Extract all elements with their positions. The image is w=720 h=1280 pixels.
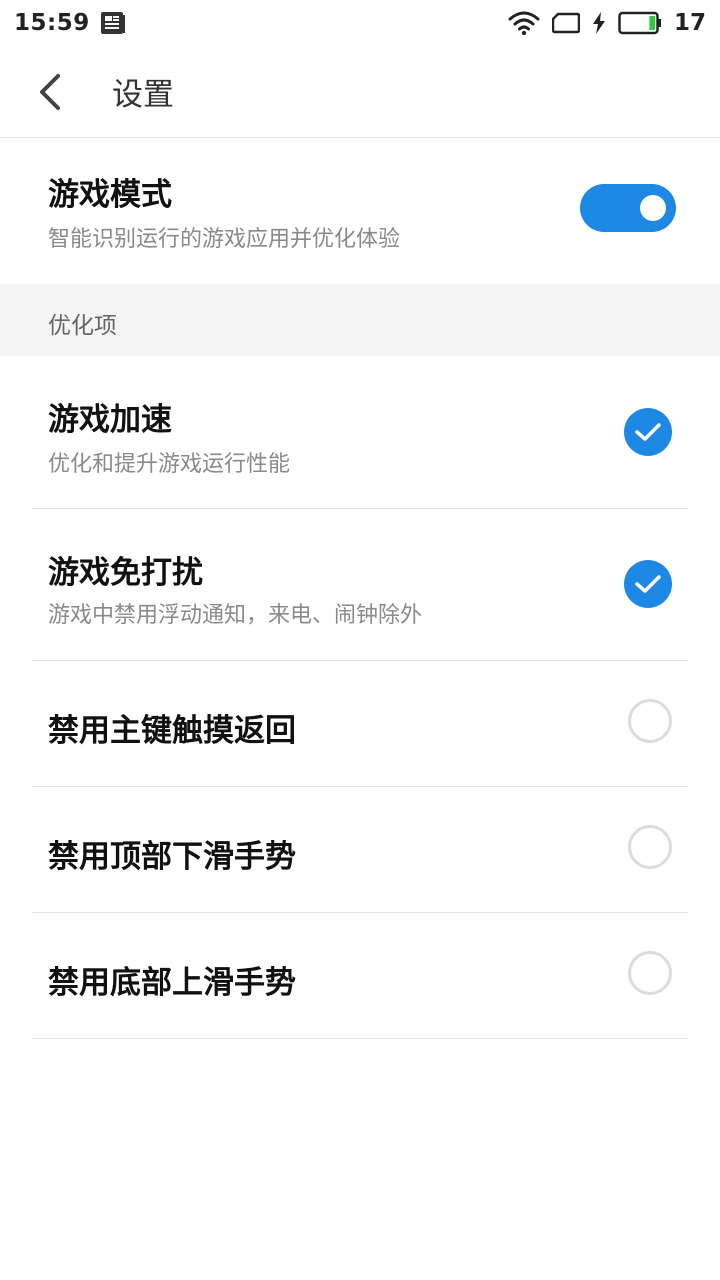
section-header: 优化项: [0, 284, 720, 356]
game-mode-toggle[interactable]: [580, 184, 676, 232]
game-mode-title: 游戏模式: [48, 177, 172, 213]
option-checkbox-unchecked[interactable]: [628, 951, 672, 995]
status-time: 15:59: [14, 10, 90, 36]
app-bar: 设置: [0, 46, 720, 138]
battery-icon: [618, 11, 662, 35]
section-title: 优化项: [48, 313, 117, 339]
toggle-knob: [640, 195, 666, 221]
option-game-dnd[interactable]: 游戏免打扰 游戏中禁用浮动通知，来电、闹钟除外: [0, 509, 720, 660]
back-button[interactable]: [0, 46, 100, 138]
option-game-acceleration[interactable]: 游戏加速 优化和提升游戏运行性能: [0, 356, 720, 508]
option-title: 禁用顶部下滑手势: [48, 839, 296, 875]
checkmark-icon: [635, 422, 661, 442]
option-title: 禁用主键触摸返回: [48, 713, 296, 749]
option-checkbox-checked[interactable]: [624, 408, 672, 456]
status-right: 17: [508, 10, 706, 36]
battery-level-text: 17: [673, 10, 706, 36]
checkmark-icon: [635, 574, 661, 594]
option-checkbox-checked[interactable]: [624, 560, 672, 608]
page-title: 设置: [112, 77, 174, 113]
option-content: 禁用主键触摸返回: [48, 661, 672, 786]
option-subtitle: 优化和提升游戏运行性能: [48, 452, 291, 477]
option-content: 游戏加速 优化和提升游戏运行性能: [48, 356, 672, 508]
option-title: 禁用底部上滑手势: [48, 965, 296, 1001]
option-disable-bottom-swipe[interactable]: 禁用底部上滑手势: [0, 913, 720, 1038]
charging-bolt-icon: [592, 12, 606, 34]
option-checkbox-unchecked[interactable]: [628, 699, 672, 743]
status-bar: 15:59 17: [0, 0, 720, 46]
game-mode-row[interactable]: 游戏模式 智能识别运行的游戏应用并优化体验: [0, 139, 720, 284]
option-checkbox-unchecked[interactable]: [628, 825, 672, 869]
option-subtitle: 游戏中禁用浮动通知，来电、闹钟除外: [48, 603, 423, 628]
chevron-left-icon: [37, 73, 63, 111]
notification-news-icon: [100, 11, 126, 35]
no-sim-icon: [551, 12, 580, 34]
option-title: 游戏免打扰: [48, 555, 203, 591]
wifi-icon: [508, 10, 540, 36]
game-mode-subtitle: 智能识别运行的游戏应用并优化体验: [48, 227, 401, 252]
option-title: 游戏加速: [48, 402, 172, 438]
status-left: 15:59: [14, 10, 126, 36]
divider: [32, 1038, 688, 1039]
option-content: 游戏免打扰 游戏中禁用浮动通知，来电、闹钟除外: [48, 509, 672, 660]
option-content: 禁用顶部下滑手势: [48, 787, 672, 912]
option-disable-top-swipe[interactable]: 禁用顶部下滑手势: [0, 787, 720, 912]
option-content: 禁用底部上滑手势: [48, 913, 672, 1038]
option-disable-home-touch-back[interactable]: 禁用主键触摸返回: [0, 661, 720, 786]
